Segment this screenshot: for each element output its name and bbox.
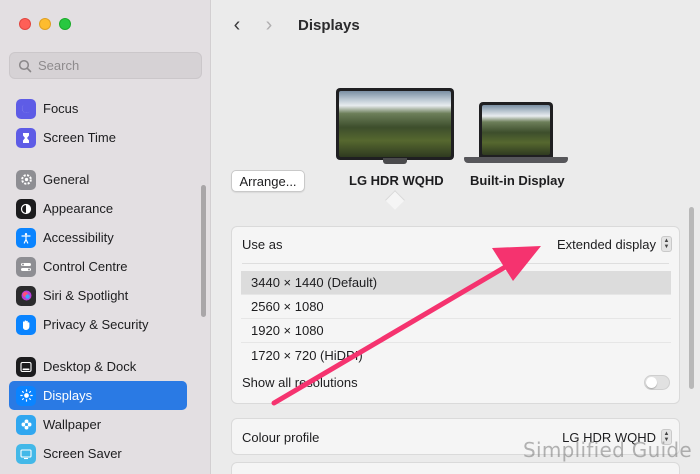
laptop-display-icon[interactable]	[464, 102, 568, 164]
sidebar-item-label: Screen Saver	[43, 446, 122, 461]
sidebar-list: Focus Screen Time General Appearance Acc…	[9, 94, 187, 468]
sidebar-item-wallpaper[interactable]: Wallpaper	[9, 410, 187, 439]
control-centre-icon	[16, 256, 36, 277]
resolution-option[interactable]: 1920 × 1080	[241, 319, 671, 343]
sidebar-item-screen-saver[interactable]: Screen Saver	[9, 439, 187, 468]
sidebar-scrollbar[interactable]	[201, 185, 206, 317]
sidebar-item-screen-time[interactable]: Screen Time	[9, 123, 187, 152]
sidebar-item-appearance[interactable]: Appearance	[9, 194, 187, 223]
navigation-controls: ‹ ›	[230, 14, 276, 37]
sidebar-item-label: Displays	[43, 388, 93, 403]
builtin-display-label[interactable]: Built-in Display	[470, 173, 565, 188]
hourglass-icon	[16, 127, 36, 148]
search-field[interactable]	[9, 52, 202, 79]
watermark: Simplified Guide	[523, 438, 693, 462]
resolution-option-selected[interactable]: 3440 × 1440 (Default)	[241, 271, 671, 295]
flower-icon	[16, 414, 36, 435]
sidebar: Focus Screen Time General Appearance Ac	[0, 0, 211, 474]
page-title: Displays	[298, 17, 360, 34]
primary-display-label[interactable]: LG HDR WQHD	[349, 173, 444, 188]
sidebar-item-label: Control Centre	[43, 259, 128, 274]
sidebar-item-focus[interactable]: Focus	[9, 94, 187, 123]
accessibility-icon	[16, 227, 36, 248]
use-as-label: Use as	[242, 237, 283, 252]
colour-profile-label: Colour profile	[242, 430, 320, 445]
show-all-resolutions-label: Show all resolutions	[242, 375, 358, 390]
forward-button[interactable]: ›	[262, 14, 276, 37]
sun-icon	[16, 385, 36, 406]
back-button[interactable]: ‹	[230, 14, 244, 37]
use-as-value: Extended display	[556, 236, 656, 252]
appearance-icon	[16, 198, 36, 219]
external-monitor-icon[interactable]	[336, 88, 454, 164]
sidebar-item-label: Siri & Spotlight	[43, 288, 129, 303]
siri-icon	[16, 285, 36, 306]
sidebar-item-label: Privacy & Security	[43, 317, 149, 332]
hand-icon	[16, 314, 36, 335]
screen-saver-icon	[16, 443, 36, 464]
resolution-list: 3440 × 1440 (Default) 2560 × 1080 1920 ×…	[241, 271, 671, 367]
sidebar-item-label: Screen Time	[43, 130, 116, 145]
close-window-button[interactable]	[19, 18, 31, 30]
divider	[242, 263, 669, 264]
next-settings-panel	[231, 462, 680, 474]
show-all-resolutions-toggle[interactable]	[644, 375, 670, 390]
zoom-window-button[interactable]	[59, 18, 71, 30]
sidebar-item-general[interactable]: General	[9, 165, 187, 194]
moon-icon	[16, 98, 36, 119]
resolution-option[interactable]: 2560 × 1080	[241, 295, 671, 319]
dock-icon	[16, 356, 36, 377]
search-icon	[18, 59, 32, 72]
sidebar-item-privacy-security[interactable]: Privacy & Security	[9, 310, 187, 339]
use-as-popup[interactable]: Extended display ▲ ▼	[557, 236, 672, 252]
sidebar-item-label: Wallpaper	[43, 417, 102, 432]
sidebar-item-desktop-dock[interactable]: Desktop & Dock	[9, 352, 187, 381]
window-controls	[19, 18, 71, 30]
sidebar-item-label: Appearance	[43, 201, 114, 216]
chevron-updown-icon: ▲ ▼	[661, 236, 672, 252]
main-scrollbar[interactable]	[689, 207, 694, 389]
sidebar-item-label: Accessibility	[43, 230, 114, 245]
sidebar-item-label: Focus	[43, 101, 79, 116]
gear-icon	[16, 169, 36, 190]
sidebar-item-siri-spotlight[interactable]: Siri & Spotlight	[9, 281, 187, 310]
minimize-window-button[interactable]	[39, 18, 51, 30]
display-settings-panel: Use as Extended display ▲ ▼ 3440 × 1440 (…	[231, 226, 680, 404]
sidebar-item-displays[interactable]: Displays	[9, 381, 187, 410]
main-pane: ‹ › Displays Arrange... LG HDR WQHD Buil…	[212, 0, 700, 474]
selection-caret	[385, 190, 405, 210]
sidebar-item-label: Desktop & Dock	[43, 359, 137, 374]
search-input[interactable]	[38, 58, 188, 73]
sidebar-item-accessibility[interactable]: Accessibility	[9, 223, 187, 252]
resolution-option[interactable]: 1720 × 720 (HiDPI)	[241, 343, 671, 367]
sidebar-item-label: General	[43, 172, 90, 187]
arrange-button[interactable]: Arrange...	[231, 170, 305, 192]
sidebar-item-control-centre[interactable]: Control Centre	[9, 252, 187, 281]
